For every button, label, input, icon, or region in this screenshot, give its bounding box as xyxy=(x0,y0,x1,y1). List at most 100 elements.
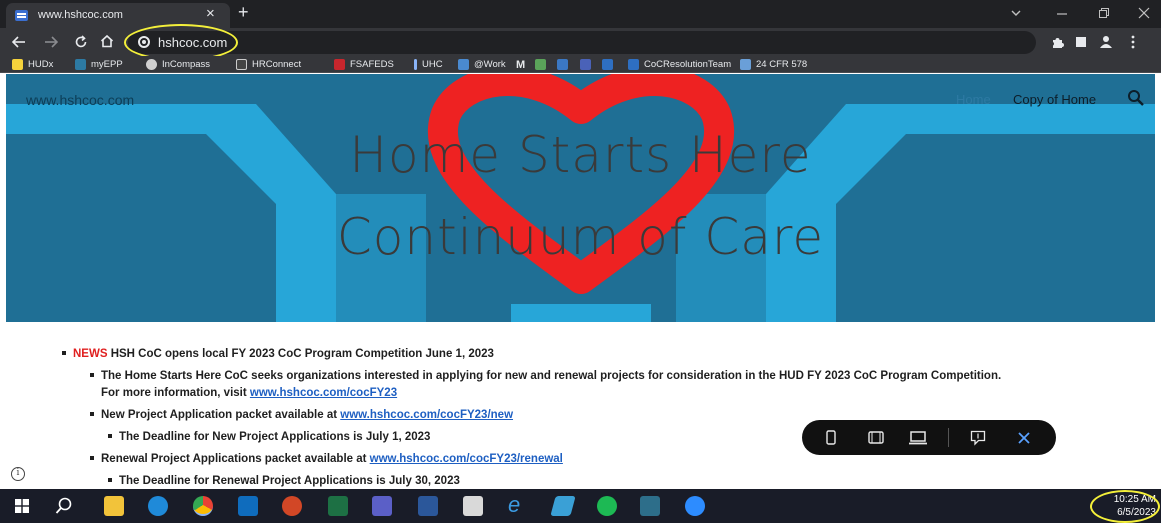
bookmark-incompass[interactable]: InCompass xyxy=(146,57,210,72)
calculator-icon[interactable] xyxy=(463,496,483,516)
renewal-deadline-item: The Deadline for Renewal Project Applica… xyxy=(108,475,460,487)
windows-start-icon[interactable] xyxy=(15,499,29,513)
bullet-icon xyxy=(90,455,94,460)
bookmark-atwork[interactable]: @Work xyxy=(458,57,506,72)
renewal-application-link[interactable]: www.hshcoc.com/cocFY23/renewal xyxy=(370,453,563,465)
bookmark-fsafeds[interactable]: FSAFEDS xyxy=(334,57,394,72)
bookmark-icon-only-3[interactable] xyxy=(580,57,596,72)
new-application-link[interactable]: www.hshcoc.com/cocFY23/new xyxy=(340,409,513,421)
nav-copy-of-home[interactable]: Copy of Home xyxy=(1013,92,1096,107)
bookmark-icon xyxy=(535,59,546,70)
home-icon[interactable] xyxy=(100,34,114,48)
close-window-icon[interactable] xyxy=(1138,7,1150,19)
tab-strip: www.hshcoc.com × + xyxy=(0,0,1161,28)
site-info-icon[interactable] xyxy=(138,36,150,48)
bookmark-label: M xyxy=(516,58,526,71)
zoom-icon[interactable] xyxy=(685,496,705,516)
desktop-view-icon[interactable] xyxy=(908,431,928,445)
hero-background-graphic xyxy=(6,74,1155,322)
powerpoint-icon[interactable] xyxy=(282,496,302,516)
flag-icon xyxy=(334,59,345,70)
bookmark-icon xyxy=(236,59,247,70)
sub3-text: Renewal Project Applications packet avai… xyxy=(101,453,367,465)
bookmark-label: 24 CFR 578 xyxy=(756,59,808,70)
browser-tab[interactable]: www.hshcoc.com × xyxy=(6,3,230,28)
reload-icon[interactable] xyxy=(74,35,88,49)
sub1-text: The Home Starts Here CoC seeks organizat… xyxy=(101,370,1002,382)
address-bar[interactable]: hshcoc.com xyxy=(128,31,1036,54)
bookmark-label: FSAFEDS xyxy=(350,59,394,70)
close-tab-icon[interactable]: × xyxy=(206,5,215,22)
hero-title-line-1: Home Starts Here xyxy=(349,126,812,184)
bookmark-icon-only-1[interactable] xyxy=(535,57,551,72)
feedback-icon[interactable] xyxy=(970,430,986,446)
tab-search-icon[interactable] xyxy=(1010,8,1022,18)
news-sub-item-1: The Home Starts Here CoC seeks organizat… xyxy=(90,370,1001,382)
profile-icon[interactable] xyxy=(1097,34,1115,50)
outlook-icon[interactable] xyxy=(238,496,258,516)
renewal-deadline-text: The Deadline for Renewal Project Applica… xyxy=(119,475,460,487)
cocfy23-link[interactable]: www.hshcoc.com/cocFY23 xyxy=(250,387,397,399)
news-sub-item-3: Renewal Project Applications packet avai… xyxy=(90,453,563,465)
bullet-icon xyxy=(62,350,66,355)
sub2-text: New Project Application packet available… xyxy=(101,409,338,421)
bookmark-label: UHC xyxy=(422,59,443,70)
bookmark-icon-only-4[interactable] xyxy=(602,57,618,72)
bookmark-m[interactable]: M xyxy=(516,57,525,72)
bookmark-label: myEPP xyxy=(91,59,123,70)
word-icon[interactable] xyxy=(418,496,438,516)
info-icon[interactable]: i xyxy=(11,467,25,481)
bookmark-cocresolutionteam[interactable]: CoCResolutionTeam xyxy=(628,57,731,72)
bookmark-icon xyxy=(580,59,591,70)
minimize-icon[interactable] xyxy=(1056,8,1068,18)
search-icon[interactable] xyxy=(1126,88,1146,108)
forward-icon[interactable] xyxy=(44,36,58,48)
view-mode-toolbar xyxy=(802,420,1056,455)
hero-title-line-2: Continuum of Care xyxy=(336,208,825,266)
new-deadline-text: The Deadline for New Project Application… xyxy=(119,431,431,443)
app-icon[interactable] xyxy=(550,496,576,516)
system-clock[interactable]: 10:25 AM 6/5/2023 xyxy=(1098,493,1156,519)
bookmark-icon xyxy=(75,59,86,70)
clock-date: 6/5/2023 xyxy=(1117,507,1156,518)
bullet-icon xyxy=(90,411,94,416)
news-tag: NEWS xyxy=(73,348,108,360)
menu-icon[interactable] xyxy=(1130,35,1136,49)
nav-home[interactable]: Home xyxy=(956,92,991,107)
news-headline-text: HSH CoC opens local FY 2023 CoC Program … xyxy=(110,348,494,360)
news-sub-item-2: New Project Application packet available… xyxy=(90,409,513,421)
bookmark-icon xyxy=(557,59,568,70)
internet-explorer-icon[interactable]: e xyxy=(508,494,528,516)
bullet-icon xyxy=(108,477,112,482)
close-toolbar-icon[interactable] xyxy=(1018,432,1030,444)
tablet-view-icon[interactable] xyxy=(868,431,884,444)
bookmark-hudx[interactable]: HUDx xyxy=(12,57,53,72)
new-tab-button[interactable]: + xyxy=(238,2,249,23)
bookmark-myepp[interactable]: myEPP xyxy=(75,57,123,72)
extensions-icon[interactable] xyxy=(1050,35,1064,49)
bookmark-uhc[interactable]: UHC xyxy=(414,57,443,72)
app-icon[interactable] xyxy=(640,496,660,516)
search-icon[interactable] xyxy=(55,497,73,515)
bookmark-label: CoCResolutionTeam xyxy=(644,59,732,70)
spotify-icon[interactable] xyxy=(597,496,617,516)
back-icon[interactable] xyxy=(12,36,26,48)
chrome-icon[interactable] xyxy=(193,496,213,516)
bookmark-label: HRConnect xyxy=(252,59,302,70)
bookmark-icon-only-2[interactable] xyxy=(557,57,573,72)
site-brand-link[interactable]: www.hshcoc.com xyxy=(26,92,134,108)
bookmark-icon xyxy=(458,59,469,70)
edge-icon[interactable] xyxy=(148,496,168,516)
news-sub-item-1-cont: For more information, visit www.hshcoc.c… xyxy=(101,387,397,399)
bullet-icon xyxy=(90,372,94,377)
bookmark-24cfr578[interactable]: 24 CFR 578 xyxy=(740,57,807,72)
windows-taskbar: e 10:25 AM 6/5/2023 xyxy=(0,489,1161,523)
bookmark-hrconnect[interactable]: HRConnect xyxy=(236,57,301,72)
file-explorer-icon[interactable] xyxy=(104,496,124,516)
side-panel-icon[interactable] xyxy=(1075,36,1087,48)
teams-icon[interactable] xyxy=(372,496,392,516)
excel-icon[interactable] xyxy=(328,496,348,516)
phone-view-icon[interactable] xyxy=(826,430,836,445)
restore-icon[interactable] xyxy=(1098,7,1110,19)
bookmark-label: @Work xyxy=(474,59,506,70)
